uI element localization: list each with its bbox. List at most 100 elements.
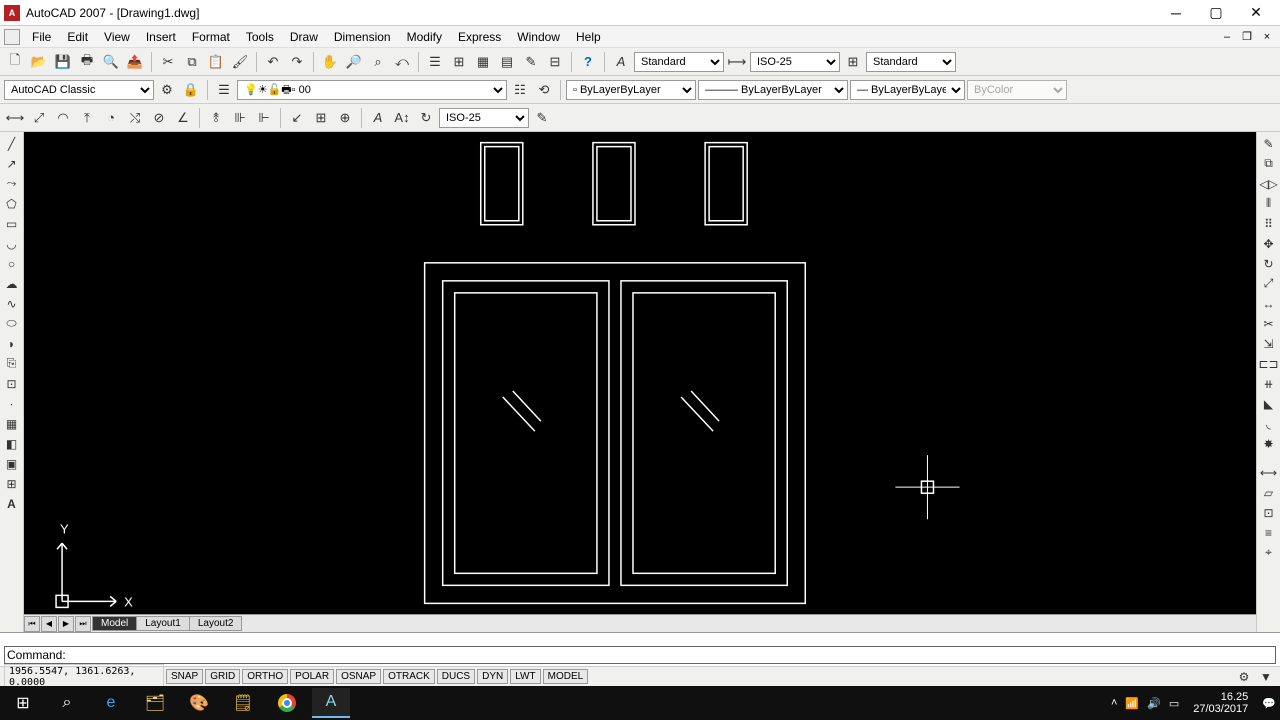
undo-button[interactable]: ↶: [262, 51, 284, 73]
dim-override-button[interactable]: ✎: [531, 107, 553, 129]
dim-jogged-button[interactable]: ⤭: [124, 107, 146, 129]
mdi-minimize-button[interactable]: –: [1218, 29, 1236, 45]
save-button[interactable]: 💾: [52, 51, 74, 73]
pan-button[interactable]: ✋: [319, 51, 341, 73]
make-block-button[interactable]: ⊡: [2, 374, 22, 393]
menu-insert[interactable]: Insert: [138, 28, 184, 46]
arc-button[interactable]: ◡: [2, 234, 22, 253]
break-button[interactable]: ⊏⊐: [1259, 354, 1279, 373]
mdi-restore-button[interactable]: ❐: [1238, 29, 1256, 45]
line-button[interactable]: ╱: [2, 134, 22, 153]
menu-help[interactable]: Help: [568, 28, 609, 46]
tab-model[interactable]: Model: [92, 616, 137, 631]
hatch-button[interactable]: ▦: [2, 414, 22, 433]
workspace-dropdown[interactable]: AutoCAD Classic: [4, 80, 154, 100]
layer-manager-button[interactable]: ☰: [213, 79, 235, 101]
store-icon[interactable]: 🎨: [180, 688, 218, 718]
insert-block-button[interactable]: ⎘: [2, 354, 22, 373]
layer-prev-button[interactable]: ⟲: [533, 79, 555, 101]
status-lock-icon[interactable]: ▼: [1256, 667, 1276, 686]
erase-button[interactable]: ✎: [1259, 134, 1279, 153]
tab-layout1[interactable]: Layout1: [136, 616, 190, 631]
dim-radius-button[interactable]: ◔: [100, 107, 122, 129]
design-center-button[interactable]: ⊞: [448, 51, 470, 73]
layer-states-button[interactable]: ☷: [509, 79, 531, 101]
notification-icon[interactable]: 💬: [1262, 697, 1276, 710]
color-dropdown[interactable]: ▫ ByLayerByLayer: [566, 80, 696, 100]
layer-dropdown[interactable]: 💡☀🔓🖶▫ 00: [237, 80, 507, 100]
menu-window[interactable]: Window: [509, 28, 568, 46]
menu-format[interactable]: Format: [184, 28, 238, 46]
zoom-rt-button[interactable]: 🔎: [343, 51, 365, 73]
text-style-icon[interactable]: A: [610, 51, 632, 73]
paste-button[interactable]: 📋: [205, 51, 227, 73]
search-button[interactable]: ⌕: [48, 688, 86, 718]
autocad-taskbar-icon[interactable]: A: [312, 688, 350, 718]
toggle-otrack[interactable]: OTRACK: [383, 669, 435, 684]
toggle-lwt[interactable]: LWT: [510, 669, 540, 684]
text-style-dropdown[interactable]: Standard: [634, 52, 724, 72]
toggle-model[interactable]: MODEL: [543, 669, 589, 684]
dim-leader-button[interactable]: ↙: [286, 107, 308, 129]
dim-textedit-button[interactable]: A↕: [391, 107, 413, 129]
dim-baseline-button[interactable]: ⊪: [229, 107, 251, 129]
chrome-icon[interactable]: [268, 688, 306, 718]
tab-last-button[interactable]: ⏭: [75, 616, 91, 632]
maximize-button[interactable]: ▢: [1196, 1, 1236, 25]
dim-edit-button[interactable]: A: [367, 107, 389, 129]
revcloud-button[interactable]: ☁: [2, 274, 22, 293]
fillet-button[interactable]: ◟: [1259, 414, 1279, 433]
file-explorer-icon[interactable]: 🗂: [136, 688, 174, 718]
preview-button[interactable]: 🔍: [100, 51, 122, 73]
menu-tools[interactable]: Tools: [238, 28, 282, 46]
table-button[interactable]: ⊞: [2, 474, 22, 493]
toggle-dyn[interactable]: DYN: [477, 669, 508, 684]
toggle-osnap[interactable]: OSNAP: [336, 669, 381, 684]
plot-button[interactable]: 🖶: [76, 51, 98, 73]
calc-button[interactable]: ⊟: [544, 51, 566, 73]
menu-express[interactable]: Express: [450, 28, 509, 46]
zoom-prev-button[interactable]: ⤺: [391, 51, 413, 73]
table-style-dropdown[interactable]: Standard: [866, 52, 956, 72]
menu-draw[interactable]: Draw: [282, 28, 326, 46]
workspace-lock-button[interactable]: 🔒: [180, 79, 202, 101]
offset-button[interactable]: ⫴: [1259, 194, 1279, 213]
rectangle-button[interactable]: ▭: [2, 214, 22, 233]
ellipse-button[interactable]: ⬭: [2, 314, 22, 333]
stretch-button[interactable]: ↔: [1259, 294, 1279, 313]
dim-update-button[interactable]: ↻: [415, 107, 437, 129]
dim-tolerance-button[interactable]: ⊞: [310, 107, 332, 129]
new-button[interactable]: 🗋: [4, 51, 26, 73]
tab-layout2[interactable]: Layout2: [189, 616, 243, 631]
help-button[interactable]: ?: [577, 51, 599, 73]
scale-button[interactable]: ⤢: [1259, 274, 1279, 293]
command-input[interactable]: Command:: [4, 646, 1276, 664]
edge-icon[interactable]: e: [92, 688, 130, 718]
dist-button[interactable]: ⟷: [1259, 463, 1279, 482]
region-mass-button[interactable]: ⊡: [1259, 503, 1279, 522]
toggle-polar[interactable]: POLAR: [290, 669, 334, 684]
tool-palettes-button[interactable]: ▦: [472, 51, 494, 73]
copy-obj-button[interactable]: ⧉: [1259, 154, 1279, 173]
extend-button[interactable]: ⇲: [1259, 334, 1279, 353]
mirror-button[interactable]: ◁▷: [1259, 174, 1279, 193]
menu-modify[interactable]: Modify: [399, 28, 450, 46]
dim-style-dropdown-2[interactable]: ISO-25: [439, 108, 529, 128]
region-button[interactable]: ▣: [2, 454, 22, 473]
dim-continue-button[interactable]: ⊩: [253, 107, 275, 129]
ellipse-arc-button[interactable]: ◗: [2, 334, 22, 353]
menu-dimension[interactable]: Dimension: [326, 28, 399, 46]
zoom-window-button[interactable]: ⌕: [367, 51, 389, 73]
mdi-close-button[interactable]: ×: [1258, 29, 1276, 45]
xline-button[interactable]: ↗: [2, 154, 22, 173]
linetype-dropdown[interactable]: ——— ByLayerByLayer: [698, 80, 848, 100]
toggle-snap[interactable]: SNAP: [166, 669, 203, 684]
mtext-button[interactable]: A: [2, 494, 22, 513]
copy-button[interactable]: ⧉: [181, 51, 203, 73]
point-button[interactable]: ∙: [2, 394, 22, 413]
toggle-grid[interactable]: GRID: [205, 669, 240, 684]
array-button[interactable]: ⠿: [1259, 214, 1279, 233]
match-button[interactable]: 🖌: [229, 51, 251, 73]
area-button[interactable]: ▱: [1259, 483, 1279, 502]
menu-edit[interactable]: Edit: [59, 28, 96, 46]
